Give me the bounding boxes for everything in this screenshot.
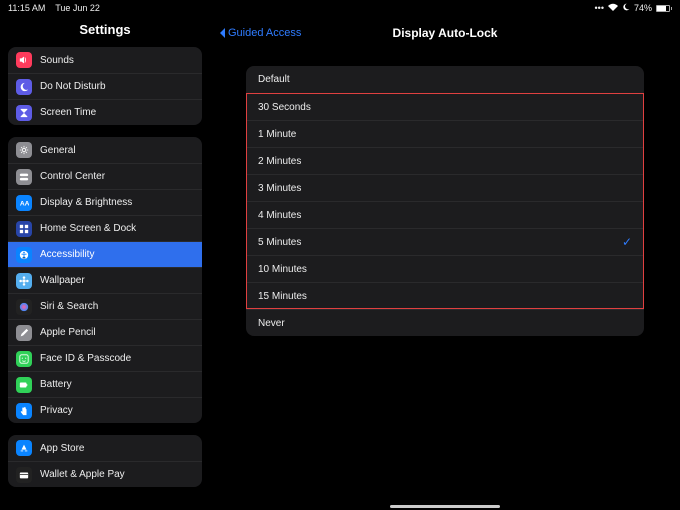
accessibility-icon [16,247,32,263]
siri-icon [16,299,32,315]
option-label: 2 Minutes [258,156,301,167]
flower-icon [16,273,32,289]
hourglass-icon [16,105,32,121]
sidebar-item-do-not-disturb[interactable]: Do Not Disturb [8,73,202,99]
home-indicator[interactable] [390,505,500,508]
sidebar-item-label: Wallet & Apple Pay [40,469,125,480]
option-label: 15 Minutes [258,291,307,302]
sidebar-item-label: Face ID & Passcode [40,353,131,364]
sidebar-item-wallpaper[interactable]: Wallpaper [8,267,202,293]
sidebar-item-label: Control Center [40,171,105,182]
option-label: Default [258,74,290,85]
sidebar-item-face-id-passcode[interactable]: Face ID & Passcode [8,345,202,371]
autolock-option[interactable]: 30 Seconds [246,93,644,120]
pencil-icon [16,325,32,341]
sidebar-item-screen-time[interactable]: Screen Time [8,99,202,125]
sidebar-item-general[interactable]: General [8,137,202,163]
back-label: Guided Access [228,27,301,39]
autolock-option[interactable]: 3 Minutes [246,174,644,201]
grid-icon [16,221,32,237]
sidebar-item-home-screen-dock[interactable]: Home Screen & Dock [8,215,202,241]
sidebar-item-label: Home Screen & Dock [40,223,136,234]
sidebar-item-apple-pencil[interactable]: Apple Pencil [8,319,202,345]
text-size-icon: AA [16,195,32,211]
content-title: Display Auto-Lock [393,26,498,40]
option-label: 4 Minutes [258,210,301,221]
battery-icon [656,5,672,12]
sidebar-item-label: Display & Brightness [40,197,132,208]
battery-icon [16,377,32,393]
status-right: ••• 74% [595,3,672,13]
option-label: 10 Minutes [258,264,307,275]
content-pane: Guided Access Display Auto-Lock Default 3… [210,16,680,510]
gear-icon [16,142,32,158]
autolock-option[interactable]: 4 Minutes [246,201,644,228]
autolock-option[interactable]: 5 Minutes ✓ [246,228,644,255]
sidebar-item-privacy[interactable]: Privacy [8,397,202,423]
status-time: 11:15 AM [8,3,45,13]
status-date: Tue Jun 22 [55,3,100,13]
sidebar-item-siri-search[interactable]: Siri & Search [8,293,202,319]
sidebar-title: Settings [0,16,210,47]
chevron-left-icon [218,27,226,39]
sidebar-item-accessibility[interactable]: Accessibility [8,241,202,267]
content-header: Guided Access Display Auto-Lock [210,16,680,50]
autolock-option[interactable]: 2 Minutes [246,147,644,174]
status-left: 11:15 AM Tue Jun 22 [8,3,100,13]
hand-icon [16,403,32,419]
wifi-icon [608,3,618,13]
sidebar-item-label: Do Not Disturb [40,81,106,92]
status-bar: 11:15 AM Tue Jun 22 ••• 74% [0,0,680,16]
faceid-icon [16,351,32,367]
option-label: 3 Minutes [258,183,301,194]
appstore-icon [16,440,32,456]
sidebar-item-app-store[interactable]: App Store [8,435,202,461]
checkmark-icon: ✓ [622,235,632,249]
sidebar-item-label: Accessibility [40,249,94,260]
cellular-icon: ••• [595,3,604,13]
autolock-option[interactable]: Never [246,309,644,336]
sidebar-item-display-brightness[interactable]: AA Display & Brightness [8,189,202,215]
autolock-option[interactable]: 10 Minutes [246,255,644,282]
back-button[interactable]: Guided Access [218,27,301,39]
sidebar-item-label: Siri & Search [40,301,98,312]
settings-sidebar: Settings Sounds Do Not Disturb Screen Time… [0,16,210,510]
sidebar-item-label: General [40,145,76,156]
sidebar-item-label: Battery [40,379,72,390]
option-label: 5 Minutes [258,237,301,248]
sidebar-item-control-center[interactable]: Control Center [8,163,202,189]
battery-percent: 74% [634,3,652,13]
speaker-icon [16,52,32,68]
sidebar-item-label: Screen Time [40,107,96,118]
sidebar-item-sounds[interactable]: Sounds [8,47,202,73]
sidebar-item-label: App Store [40,443,84,454]
autolock-options-list: Default 30 Seconds 1 Minute 2 Minutes 3 Minu… [246,66,644,336]
wallet-icon [16,467,32,483]
option-label: 1 Minute [258,129,296,140]
sidebar-item-label: Privacy [40,405,73,416]
dnd-moon-icon [622,3,630,13]
sidebar-item-wallet-apple-pay[interactable]: Wallet & Apple Pay [8,461,202,487]
sidebar-item-label: Wallpaper [40,275,85,286]
option-label: Never [258,318,285,329]
sidebar-item-battery[interactable]: Battery [8,371,202,397]
autolock-option[interactable]: 15 Minutes [246,282,644,309]
autolock-option[interactable]: Default [246,66,644,93]
autolock-option[interactable]: 1 Minute [246,120,644,147]
sidebar-item-label: Sounds [40,55,74,66]
sidebar-item-label: Apple Pencil [40,327,96,338]
switches-icon [16,169,32,185]
svg-text:AA: AA [20,200,29,207]
option-label: 30 Seconds [258,102,311,113]
moon-icon [16,79,32,95]
